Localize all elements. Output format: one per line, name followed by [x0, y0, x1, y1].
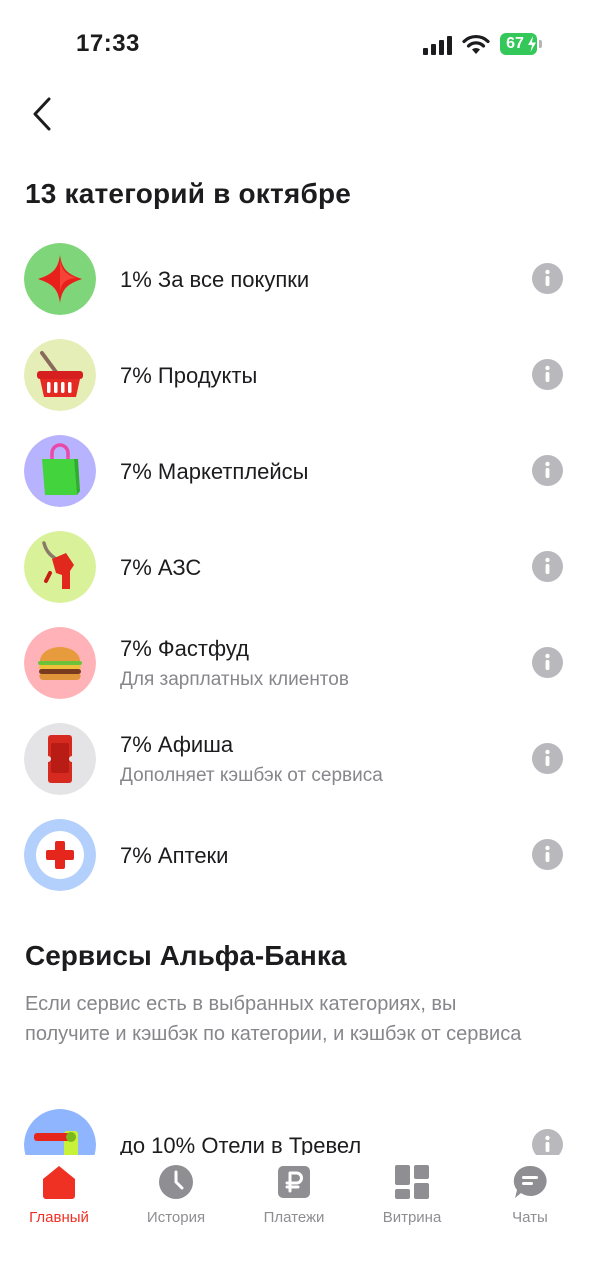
info-icon[interactable]: [532, 359, 563, 390]
fuel-nozzle-icon: [24, 531, 96, 603]
category-title: 7% Фастфуд: [120, 636, 249, 661]
category-subtitle: Для зарплатных клиентов: [120, 669, 349, 690]
info-icon[interactable]: [532, 551, 563, 582]
bottom-tab-bar: Главный История Платежи Витрина Чаты: [0, 1155, 590, 1280]
info-icon[interactable]: [532, 743, 563, 774]
battery-level: 67: [506, 35, 524, 52]
tab-label: Чаты: [512, 1209, 548, 1226]
tab-chats[interactable]: Чаты: [480, 1163, 580, 1235]
status-bar: 17:33 67: [0, 0, 590, 90]
category-item-pharmacy[interactable]: 7% Аптеки: [0, 808, 590, 904]
category-title: 7% Афиша: [120, 732, 234, 757]
wifi-icon: [462, 34, 490, 54]
info-icon[interactable]: [532, 455, 563, 486]
shopping-basket-icon: [24, 339, 96, 411]
category-item-all-purchases[interactable]: 1% За все покупки: [0, 232, 590, 328]
ruble-icon: [278, 1166, 310, 1198]
grid-icon: [395, 1165, 429, 1199]
hotel-key-icon: [24, 1109, 96, 1155]
category-list: 1% За все покупки 7% Продукты 7% Маркетп…: [0, 232, 590, 904]
category-item-groceries[interactable]: 7% Продукты: [0, 328, 590, 424]
info-icon[interactable]: [532, 1129, 563, 1155]
info-icon[interactable]: [532, 647, 563, 678]
info-icon[interactable]: [532, 839, 563, 870]
tab-payments[interactable]: Платежи: [244, 1163, 344, 1235]
page-title: 13 категорий в октябре: [25, 178, 352, 209]
category-title: 1% За все покупки: [120, 267, 310, 292]
home-icon: [43, 1166, 75, 1199]
category-item-tickets[interactable]: 7% Афиша Дополняет кэшбэк от сервиса: [0, 712, 590, 808]
burger-icon: [24, 627, 96, 699]
category-item-marketplaces[interactable]: 7% Маркетплейсы: [0, 424, 590, 520]
status-time: 17:33: [76, 30, 140, 57]
category-title: 7% АЗС: [120, 555, 202, 580]
service-title: до 10% Отели в Тревел: [120, 1133, 362, 1155]
clock-icon: [159, 1165, 193, 1199]
services-section-title: Сервисы Альфа-Банка: [25, 940, 347, 971]
tab-history[interactable]: История: [126, 1163, 226, 1235]
category-title: 7% Маркетплейсы: [120, 459, 309, 484]
battery-icon: 67: [500, 33, 542, 55]
chevron-left-icon: [33, 97, 51, 131]
back-button[interactable]: [22, 92, 62, 136]
tab-label: Главный: [29, 1209, 89, 1226]
info-icon[interactable]: [532, 263, 563, 294]
cellular-signal-icon: [423, 36, 452, 55]
tab-label: Платежи: [263, 1209, 325, 1226]
category-subtitle: Дополняет кэшбэк от сервиса: [120, 765, 383, 786]
service-item-hotels[interactable]: до 10% Отели в Тревел: [0, 1098, 590, 1155]
ticket-icon: [24, 723, 96, 795]
chat-icon: [513, 1165, 547, 1198]
services-description: Если сервис есть в выбранных категориях,…: [25, 993, 522, 1045]
main-content: 17:33 67 13 категорий в октябре 1% За вс…: [0, 0, 590, 1155]
red-star-icon: [24, 243, 96, 315]
category-item-gas-stations[interactable]: 7% АЗС: [0, 520, 590, 616]
category-item-fastfood[interactable]: 7% Фастфуд Для зарплатных клиентов: [0, 616, 590, 712]
category-title: 7% Продукты: [120, 363, 258, 388]
tab-label: История: [146, 1209, 206, 1226]
category-title: 7% Аптеки: [120, 843, 229, 868]
tab-label: Витрина: [382, 1209, 442, 1226]
medical-cross-icon: [24, 819, 96, 891]
charging-bolt-icon: [528, 36, 536, 52]
tab-home[interactable]: Главный: [9, 1163, 109, 1235]
shopping-bag-icon: [24, 435, 96, 507]
tab-showcase[interactable]: Витрина: [362, 1163, 462, 1235]
